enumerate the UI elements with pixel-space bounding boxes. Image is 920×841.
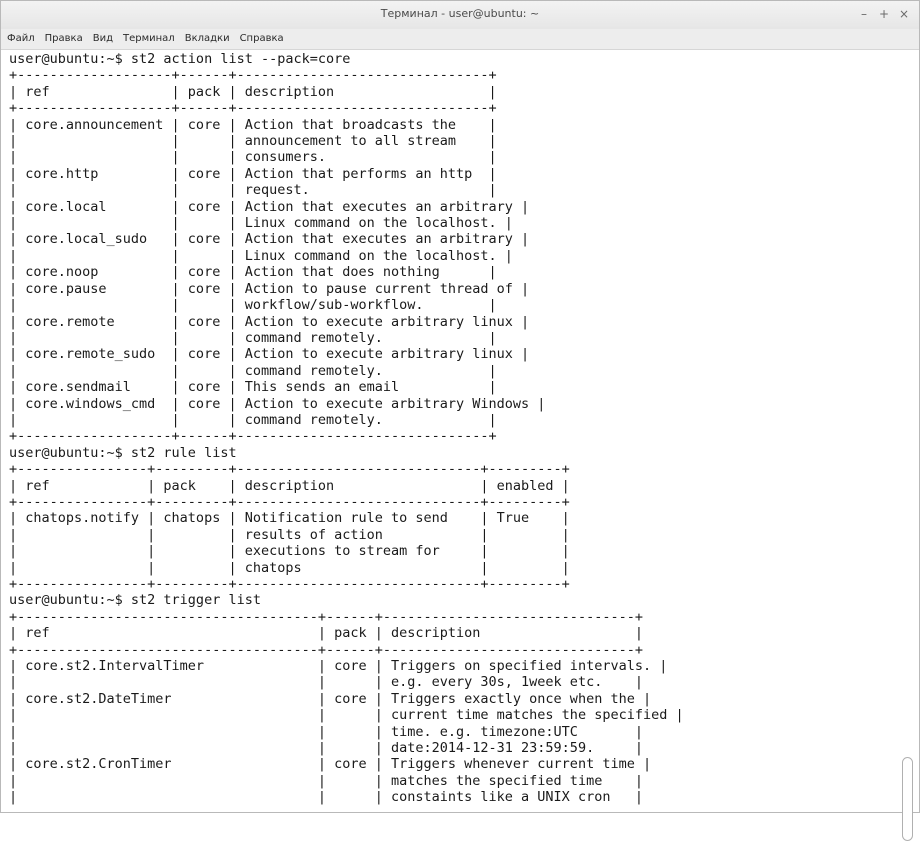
terminal-line: +-------------------+------+------------…	[9, 100, 497, 117]
terminal-line: +----------------+---------+------------…	[9, 576, 570, 592]
terminal-output[interactable]: user@ubuntu:~$ st2 action list --pack=co…	[9, 51, 899, 811]
terminal-line: | core.remote | core | Action to execute…	[9, 313, 530, 330]
menu-terminal[interactable]: Терминал	[117, 29, 179, 49]
terminal-line: user@ubuntu:~$ st2 rule list	[9, 444, 237, 461]
terminal-line: +----------------+---------+------------…	[9, 493, 570, 510]
terminal-line: +-------------------+------+------------…	[9, 67, 497, 84]
terminal-line: | | | e.g. every 30s, 1week etc. |	[9, 674, 643, 691]
menu-file[interactable]: Файл	[1, 29, 39, 49]
scrollbar[interactable]	[901, 51, 915, 841]
terminal-line: | | | consumers. |	[9, 149, 497, 166]
terminal-line: | | | command remotely. |	[9, 329, 497, 346]
terminal-line: | | | executions to stream for | |	[9, 543, 570, 560]
terminal-line: | core.windows_cmd | core | Action to ex…	[9, 395, 546, 412]
terminal-line: | | | matches the specified time |	[9, 772, 643, 789]
terminal-line: | core.st2.DateTimer | core | Triggers e…	[9, 690, 652, 707]
terminal-line: | | | workflow/sub-workflow. |	[9, 297, 497, 314]
terminal-line: | core.http | core | Action that perform…	[9, 165, 497, 182]
terminal-line: | | | command remotely. |	[9, 362, 497, 379]
terminal-text: user@ubuntu:~$ st2 action list --pack=co…	[9, 51, 899, 806]
window-controls: – + ×	[859, 7, 909, 21]
terminal-line: +----------------+---------+------------…	[9, 461, 570, 478]
terminal-line: | | | chatops | |	[9, 559, 570, 576]
terminal-line: | core.noop | core | Action that does no…	[9, 264, 497, 281]
terminal-line: | | | constaints like a UNIX cron |	[9, 789, 643, 806]
terminal-line: | | | time. e.g. timezone:UTC |	[9, 723, 643, 740]
window-title: Терминал - user@ubuntu: ~	[380, 7, 540, 20]
terminal-line: | | | request. |	[9, 182, 497, 199]
close-icon[interactable]: ×	[899, 7, 909, 21]
terminal-line: | core.announcement | core | Action that…	[9, 116, 497, 133]
terminal-line: | core.st2.CronTimer | core | Triggers w…	[9, 756, 652, 773]
minimize-icon[interactable]: –	[859, 7, 869, 21]
menu-help[interactable]: Справка	[234, 29, 288, 49]
terminal-line: +-------------------------------------+-…	[9, 608, 643, 625]
terminal-line: | | | current time matches the specified…	[9, 707, 684, 724]
terminal-line: | | | announcement to all stream |	[9, 133, 497, 150]
menu-edit[interactable]: Правка	[39, 29, 87, 49]
maximize-icon[interactable]: +	[879, 7, 889, 21]
title-bar[interactable]: Терминал - user@ubuntu: ~ – + ×	[1, 1, 919, 29]
terminal-line: | ref | pack | description |	[9, 83, 497, 100]
menu-tabs[interactable]: Вкладки	[179, 29, 234, 49]
terminal-line: | core.local_sudo | core | Action that e…	[9, 231, 530, 248]
scrollbar-thumb[interactable]	[902, 757, 913, 841]
terminal-line: | core.local | core | Action that execut…	[9, 198, 530, 215]
terminal-line: | ref | pack | description | enabled |	[9, 477, 570, 494]
terminal-line: | core.st2.IntervalTimer | core | Trigge…	[9, 658, 668, 675]
terminal-line: | core.pause | core | Action to pause cu…	[9, 280, 530, 297]
terminal-line: | core.remote_sudo | core | Action to ex…	[9, 346, 530, 363]
terminal-line: | chatops.notify | chatops | Notificatio…	[9, 510, 570, 527]
terminal-line: | | | command remotely. |	[9, 411, 497, 428]
terminal-line: +-------------------------------------+-…	[9, 641, 643, 658]
terminal-line: | | | Linux command on the localhost. |	[9, 247, 513, 264]
menu-view[interactable]: Вид	[87, 29, 117, 49]
terminal-line: | | | results of action | |	[9, 526, 570, 543]
terminal-line: user@ubuntu:~$ st2 action list --pack=co…	[9, 51, 351, 67]
terminal-line: | core.sendmail | core | This sends an e…	[9, 379, 497, 396]
terminal-line: | | | date:2014-12-31 23:59:59. |	[9, 740, 643, 757]
terminal-window: Терминал - user@ubuntu: ~ – + × Файл Пра…	[0, 0, 920, 841]
terminal-line: +-------------------+------+------------…	[9, 428, 497, 445]
terminal-line: | | | Linux command on the localhost. |	[9, 215, 513, 232]
terminal-line: user@ubuntu:~$ st2 trigger list	[9, 592, 261, 609]
menu-bar: Файл Правка Вид Терминал Вкладки Справка	[1, 29, 919, 50]
terminal-line: | ref | pack | description |	[9, 625, 643, 642]
